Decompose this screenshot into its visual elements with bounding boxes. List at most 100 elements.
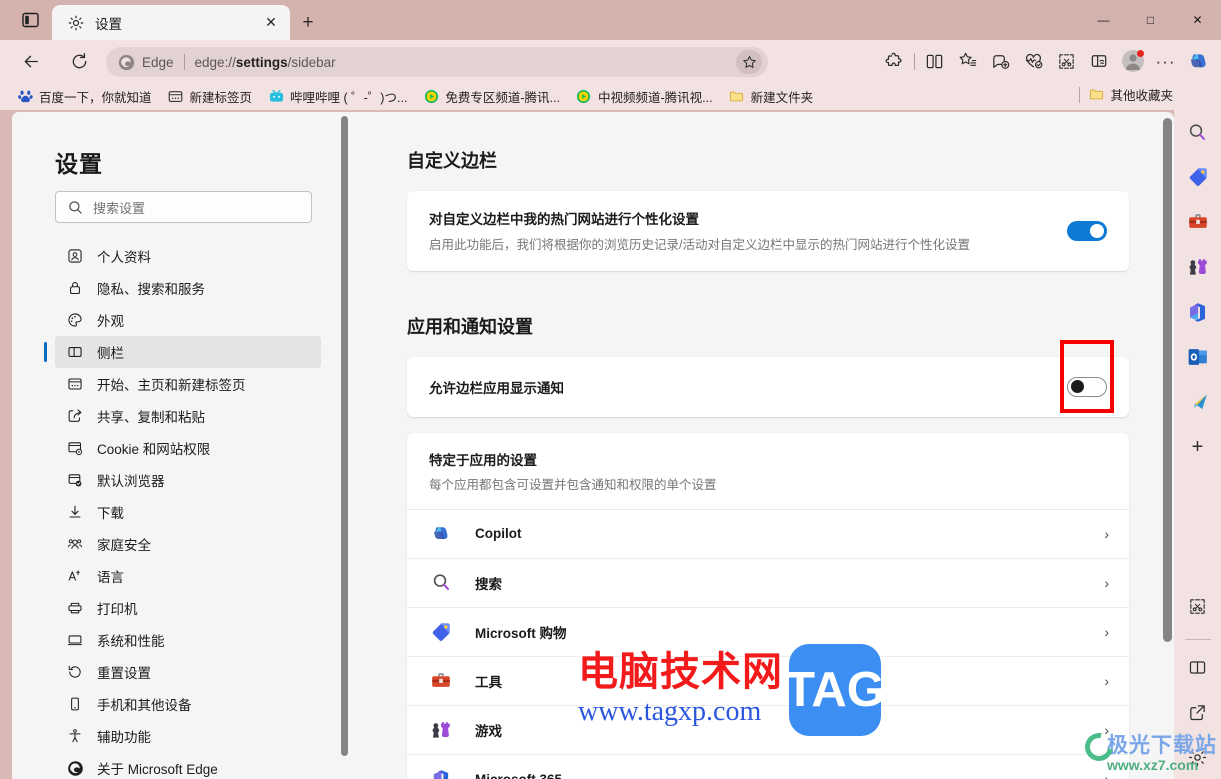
browser-tab-settings[interactable]: 设置 ✕: [52, 5, 290, 40]
screenshot-icon: [1190, 598, 1205, 614]
split-screen-button[interactable]: [918, 46, 951, 76]
scrollbar-thumb[interactable]: [341, 116, 348, 756]
bookmark-label: 百度一下，你就知道: [39, 90, 152, 105]
microsoft365-icon: [1190, 302, 1205, 322]
close-icon[interactable]: ✕: [260, 12, 282, 34]
bookmark-item-tencent-mid[interactable]: 中视频频道-腾讯视...: [569, 85, 720, 107]
sidebar-item-downloads[interactable]: 下载: [55, 496, 321, 528]
edge-sidebar-shopping[interactable]: [1182, 161, 1214, 193]
sidebar-item-start-home-newtab[interactable]: 开始、主页和新建标签页: [55, 368, 321, 400]
sidebar-item-cookies[interactable]: Cookie 和网站权限: [55, 432, 321, 464]
scrollbar-thumb[interactable]: [1163, 118, 1172, 642]
edge-sidebar-outlook[interactable]: [1182, 341, 1214, 373]
shopping-tag-icon: [1189, 168, 1207, 187]
edge-sidebar-microsoft365[interactable]: [1182, 296, 1214, 328]
edge-sidebar-telegram[interactable]: [1182, 386, 1214, 418]
sidebar-item-default-browser[interactable]: 默认浏览器: [55, 464, 321, 496]
add-favorite-button[interactable]: [736, 50, 762, 74]
edge-sidebar-tools[interactable]: [1182, 206, 1214, 238]
settings-search-box[interactable]: 搜索设置: [55, 191, 312, 223]
system-icon: [66, 631, 84, 649]
refresh-icon: [72, 52, 86, 68]
sidebar-item-privacy[interactable]: 隐私、搜索和服务: [55, 272, 321, 304]
new-tab-button[interactable]: +: [294, 9, 322, 37]
edge-sidebar-games[interactable]: [1182, 251, 1214, 283]
palette-icon: [66, 311, 84, 329]
edge-sidebar-popout[interactable]: [1182, 696, 1214, 728]
bookmark-item-baidu[interactable]: 百度一下，你就知道: [10, 85, 159, 107]
app-row-search[interactable]: 搜索 ›: [407, 559, 1129, 608]
back-button[interactable]: [14, 46, 48, 76]
chevron-right-icon: ›: [1104, 574, 1109, 591]
toolbox-icon: [1188, 214, 1207, 228]
edge-sidebar-screenshot[interactable]: [1182, 590, 1214, 622]
sidebar-item-label: 共享、复制和粘贴: [97, 410, 205, 425]
personalize-row[interactable]: 对自定义边栏中我的热门网站进行个性化设置 启用此功能后，我们将根据你的浏览历史记…: [407, 191, 1129, 271]
omnibox-divider: [183, 54, 185, 70]
app-row-copilot[interactable]: Copilot ›: [407, 510, 1129, 559]
notification-card: 允许边栏应用显示通知: [407, 356, 1129, 417]
web-capture-button[interactable]: [1050, 46, 1083, 76]
settings-content-scrollbar[interactable]: [1163, 118, 1172, 773]
sidebar-item-accessibility[interactable]: 辅助功能: [55, 720, 321, 752]
settings-nav-scrollbar[interactable]: [341, 116, 348, 756]
sidebar-item-label: 手机和其他设备: [97, 698, 192, 713]
sidebar-item-sidebar[interactable]: 侧栏: [44, 336, 321, 368]
watermark-jiguang-cn: 极光下载站: [1107, 733, 1217, 757]
favorites-button[interactable]: [951, 46, 984, 76]
toolbar-divider: [914, 52, 915, 70]
bookmark-item-newtab[interactable]: 新建标签页: [161, 85, 260, 107]
sidebar-item-profile[interactable]: 个人资料: [55, 240, 321, 272]
sidebar-item-phone-devices[interactable]: 手机和其他设备: [55, 688, 321, 720]
other-favorites[interactable]: 其他收藏夹: [1079, 85, 1173, 104]
title-bar: 设置 ✕ + — □ ✕: [0, 0, 1221, 40]
section-title-app-notification: 应用和通知设置: [407, 316, 533, 337]
app-row-microsoft365[interactable]: Microsoft 365 ›: [407, 755, 1129, 779]
app-list-header: 特定于应用的设置 每个应用都包含可设置并包含通知和权限的单个设置: [407, 433, 1129, 510]
collections-button[interactable]: [984, 46, 1017, 76]
watermark-tagxp-badge: TAG: [785, 644, 885, 736]
address-bar[interactable]: Edge edge://settings/sidebar: [106, 47, 768, 77]
maximize-button[interactable]: □: [1127, 0, 1174, 40]
browser-menu-button[interactable]: ···: [1149, 46, 1182, 76]
games-icon: [429, 718, 453, 742]
sidebar-item-system-performance[interactable]: 系统和性能: [55, 624, 321, 656]
notification-row[interactable]: 允许边栏应用显示通知: [407, 357, 1129, 417]
edge-sidebar-add-button[interactable]: +: [1182, 431, 1214, 463]
accessibility-icon: [66, 727, 84, 745]
other-favorites-label: 其他收藏夹: [1110, 89, 1173, 103]
sidebar-item-share-copy-paste[interactable]: 共享、复制和粘贴: [55, 400, 321, 432]
bookmark-item-bilibili[interactable]: 哔哩哔哩 ( ゜-゜)つ...: [261, 85, 414, 107]
extensions-button[interactable]: [878, 46, 911, 76]
sidebar-item-languages[interactable]: 语言: [55, 560, 321, 592]
close-window-button[interactable]: ✕: [1174, 0, 1221, 40]
settings-title: 设置: [55, 151, 103, 177]
sidebar-item-label: 隐私、搜索和服务: [97, 282, 205, 297]
tab-actions-button[interactable]: [14, 6, 46, 34]
refresh-button[interactable]: [62, 46, 96, 76]
sidebar-item-family-safety[interactable]: 家庭安全: [55, 528, 321, 560]
bookmark-item-tencent-free[interactable]: 免费专区频道-腾讯...: [416, 85, 567, 107]
profile-icon: [66, 247, 84, 265]
notification-row-title: 允许边栏应用显示通知: [429, 380, 564, 396]
personalize-toggle[interactable]: [1067, 220, 1107, 241]
app-label: 搜索: [475, 576, 502, 592]
sidebar-item-reset-settings[interactable]: 重置设置: [55, 656, 321, 688]
folder-icon: [729, 88, 745, 104]
bookmark-item-folder[interactable]: 新建文件夹: [722, 85, 821, 107]
sidebar-item-label: 默认浏览器: [97, 474, 165, 489]
profile-button[interactable]: [1116, 46, 1149, 76]
annotation-highlight-box: [1060, 340, 1114, 413]
edge-sidebar-split-view[interactable]: [1182, 651, 1214, 683]
edge-sidebar-search[interactable]: [1182, 116, 1214, 148]
sidebar-item-printers[interactable]: 打印机: [55, 592, 321, 624]
minimize-button[interactable]: —: [1080, 0, 1127, 40]
tencent-video-icon: [423, 88, 439, 104]
sidebar-item-about-edge[interactable]: 关于 Microsoft Edge: [55, 752, 321, 779]
tencent-video-icon: [576, 88, 592, 104]
toolbar-buttons: ···: [878, 46, 1215, 76]
sidebar-item-appearance[interactable]: 外观: [55, 304, 321, 336]
copilot-button[interactable]: [1182, 46, 1215, 76]
read-aloud-button[interactable]: [1083, 46, 1116, 76]
browser-essentials-button[interactable]: [1017, 46, 1050, 76]
